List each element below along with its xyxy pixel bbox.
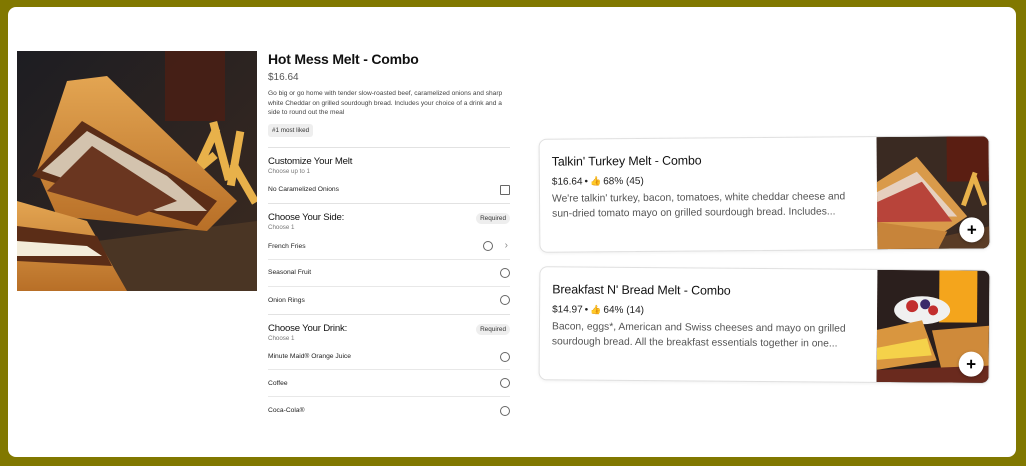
drink-section-header: Choose Your Drink: Choose 1 Required [268, 315, 510, 344]
card-meta: $14.97 • 👍 64% (14) [552, 304, 868, 317]
section-title: Customize Your Melt [268, 155, 353, 167]
app-frame: Hot Mess Melt - Combo $16.64 Go big or g… [8, 7, 1016, 457]
section-title: Choose Your Drink: [268, 322, 348, 334]
card-rating: 68% (45) [603, 175, 644, 188]
option-label: Coca-Cola® [268, 407, 305, 415]
chevron-right-icon[interactable]: › [505, 240, 508, 251]
product-image [17, 51, 257, 291]
radio-button[interactable] [500, 378, 510, 389]
option-coffee[interactable]: Coffee [268, 370, 510, 398]
option-french-fries[interactable]: French Fries › [268, 233, 510, 261]
customize-section-header: Customize Your Melt Choose up to 1 [268, 148, 510, 177]
card-price: $14.97 [552, 304, 583, 316]
card-title: Breakfast N' Bread Melt - Combo [552, 282, 731, 298]
separator: • [584, 176, 589, 188]
section-subtitle: Choose up to 1 [268, 167, 310, 175]
option-label: Seasonal Fruit [268, 269, 312, 277]
required-badge: Required [476, 213, 510, 225]
add-to-cart-button[interactable]: + [958, 351, 984, 377]
most-liked-badge: #1 most liked [268, 123, 314, 137]
thumbs-up-icon: 👍 [589, 176, 602, 187]
item-details: Hot Mess Melt - Combo $16.64 Go big or g… [268, 51, 510, 424]
section-subtitle: Choose 1 [268, 334, 295, 342]
option-onion-rings[interactable]: Onion Rings [268, 287, 510, 314]
option-label: French Fries [268, 242, 306, 250]
option-label: Onion Rings [268, 296, 305, 304]
card-rating: 64% (14) [603, 304, 645, 317]
option-seasonal-fruit[interactable]: Seasonal Fruit [268, 260, 510, 287]
section-title: Choose Your Side: [268, 212, 345, 224]
card-body: Breakfast N' Bread Melt - Combo $14.97 •… [552, 282, 869, 351]
option-orange-juice[interactable]: Minute Maid® Orange Juice [268, 344, 510, 371]
card-price: $16.64 [551, 176, 583, 188]
item-title: Hot Mess Melt - Combo [268, 51, 419, 67]
option-coca-cola[interactable]: Coca-Cola® [268, 397, 510, 424]
radio-button[interactable] [500, 351, 510, 362]
option-label: Coffee [268, 379, 288, 387]
option-label: No Caramelized Onions [268, 186, 339, 194]
sandwich-illustration [17, 51, 257, 291]
thumbs-up-icon: 👍 [590, 304, 602, 315]
recommendation-card[interactable]: Breakfast N' Bread Melt - Combo $14.97 •… [538, 266, 991, 384]
card-meta: $16.64 • 👍 68% (45) [551, 174, 868, 188]
radio-button[interactable] [500, 405, 510, 416]
radio-button[interactable] [483, 241, 493, 252]
card-image: + [876, 136, 990, 252]
section-subtitle: Choose 1 [268, 224, 295, 232]
separator: • [584, 304, 589, 316]
recommendation-card[interactable]: Talkin' Turkey Melt - Combo $16.64 • 👍 6… [538, 135, 991, 253]
card-description: Bacon, eggs*, American and Swiss cheeses… [551, 321, 846, 350]
checkbox[interactable] [500, 184, 510, 195]
radio-button[interactable] [500, 295, 510, 306]
card-title: Talkin' Turkey Melt - Combo [551, 153, 702, 169]
card-image: + [876, 269, 990, 384]
radio-button[interactable] [500, 267, 510, 278]
add-to-cart-button[interactable]: + [959, 217, 985, 243]
side-section-header: Choose Your Side: Choose 1 Required [268, 204, 510, 233]
card-description: We're talkin' turkey, bacon, tomatoes, w… [551, 191, 846, 220]
option-label: Minute Maid® Orange Juice [268, 353, 351, 361]
option-no-caramelized-onions[interactable]: No Caramelized Onions [268, 177, 510, 204]
item-price: $16.64 [268, 72, 299, 83]
card-body: Talkin' Turkey Melt - Combo $16.64 • 👍 6… [552, 152, 869, 221]
required-badge: Required [476, 323, 510, 335]
item-description: Go big or go home with tender slow-roast… [268, 90, 503, 116]
